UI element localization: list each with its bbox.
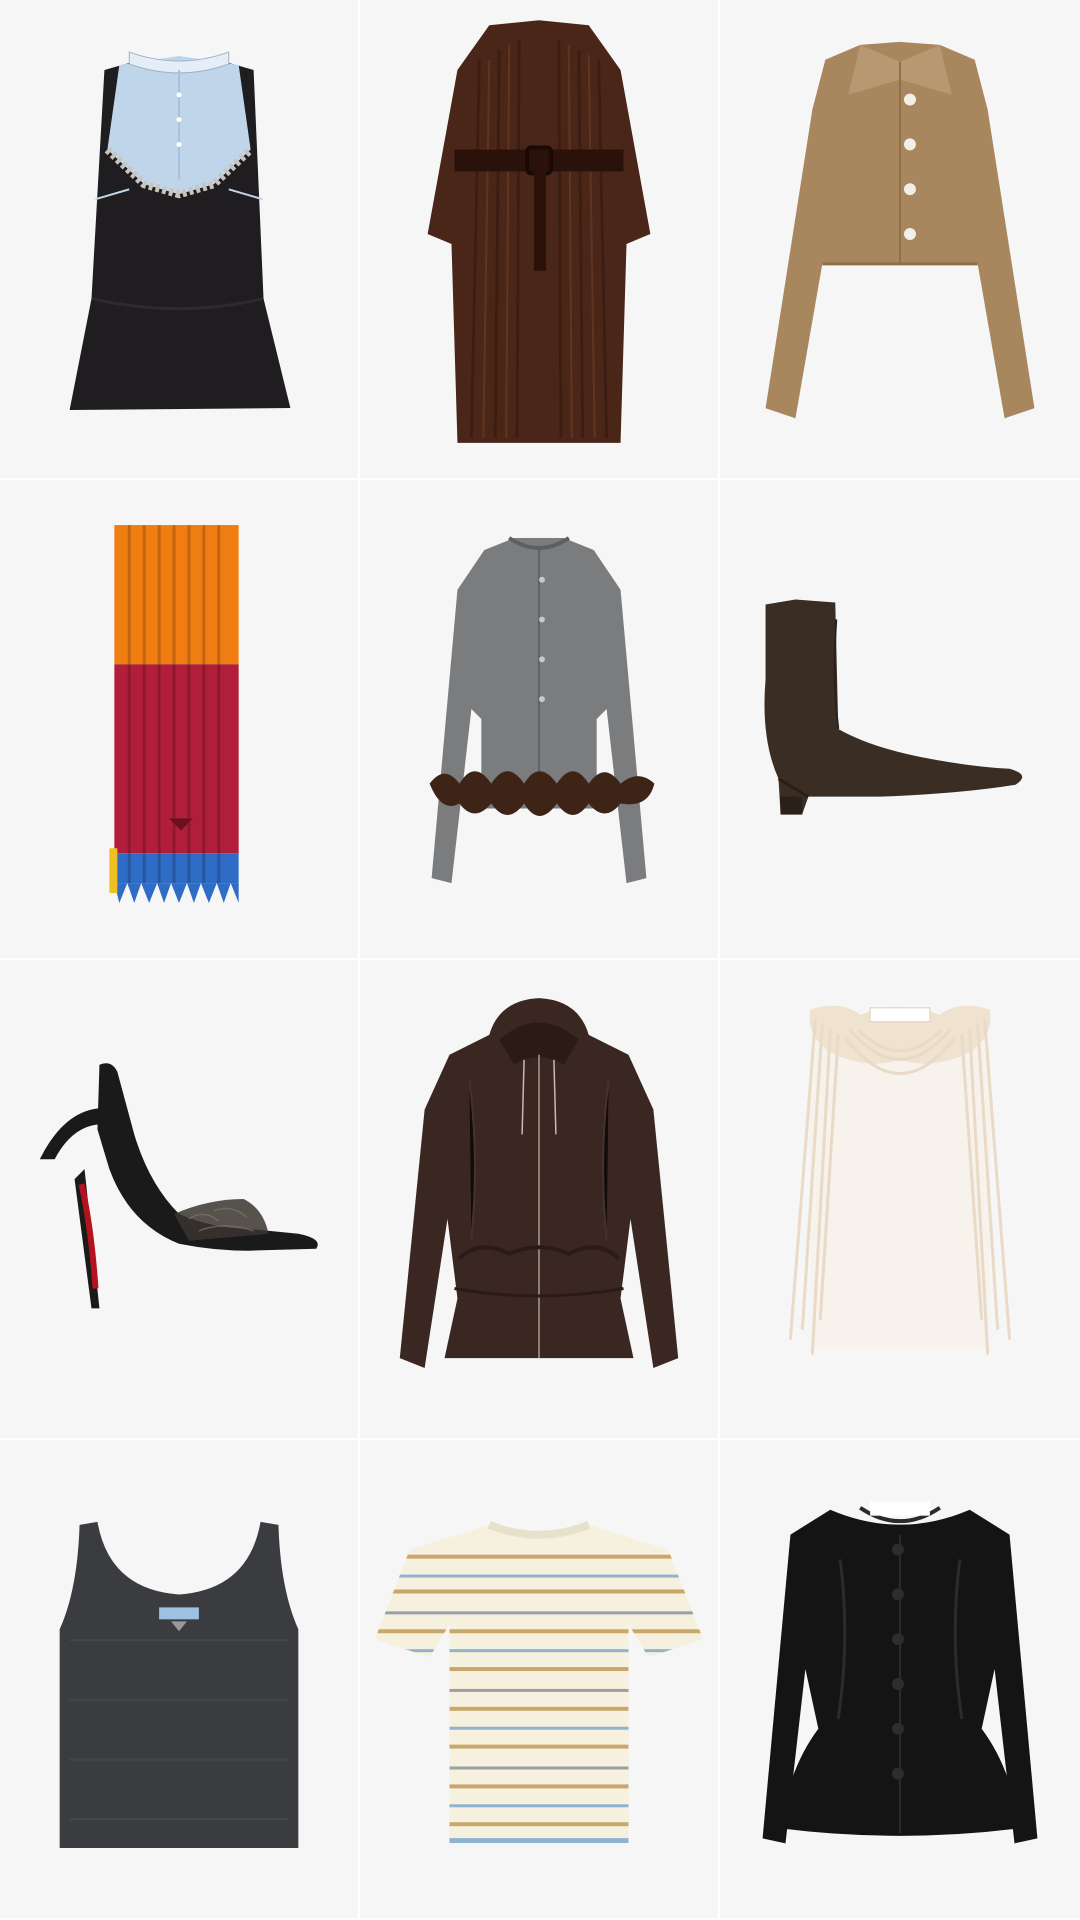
product-tile[interactable] (720, 1440, 1080, 1920)
product-tile[interactable] (360, 0, 720, 480)
dress-icon (69, 51, 291, 411)
product-tile[interactable] (360, 960, 720, 1440)
heeled-sandal-icon (39, 1063, 318, 1309)
knit-scarf-icon (109, 525, 239, 903)
product-tile[interactable] (720, 0, 1080, 480)
product-tile[interactable] (0, 960, 360, 1440)
fur-coat-icon (427, 20, 651, 443)
product-tile[interactable] (360, 480, 720, 960)
product-tile[interactable] (720, 480, 1080, 960)
product-tile[interactable] (360, 1440, 720, 1920)
striped-tshirt-icon (374, 1521, 704, 1844)
product-grid (0, 0, 1080, 1920)
product-tile[interactable] (0, 1440, 360, 1920)
product-tile[interactable] (720, 960, 1080, 1440)
fringe-top-icon (788, 1005, 1012, 1355)
product-tile[interactable] (0, 0, 360, 480)
ankle-boot-icon (764, 599, 1023, 815)
leather-peplum-jacket-icon (762, 1501, 1038, 1844)
cardigan-icon (429, 536, 655, 884)
cropped-jacket-icon (765, 41, 1035, 419)
leather-hooded-jacket-icon (399, 998, 679, 1369)
tank-top-icon (59, 1521, 299, 1849)
product-tile[interactable] (0, 480, 360, 960)
